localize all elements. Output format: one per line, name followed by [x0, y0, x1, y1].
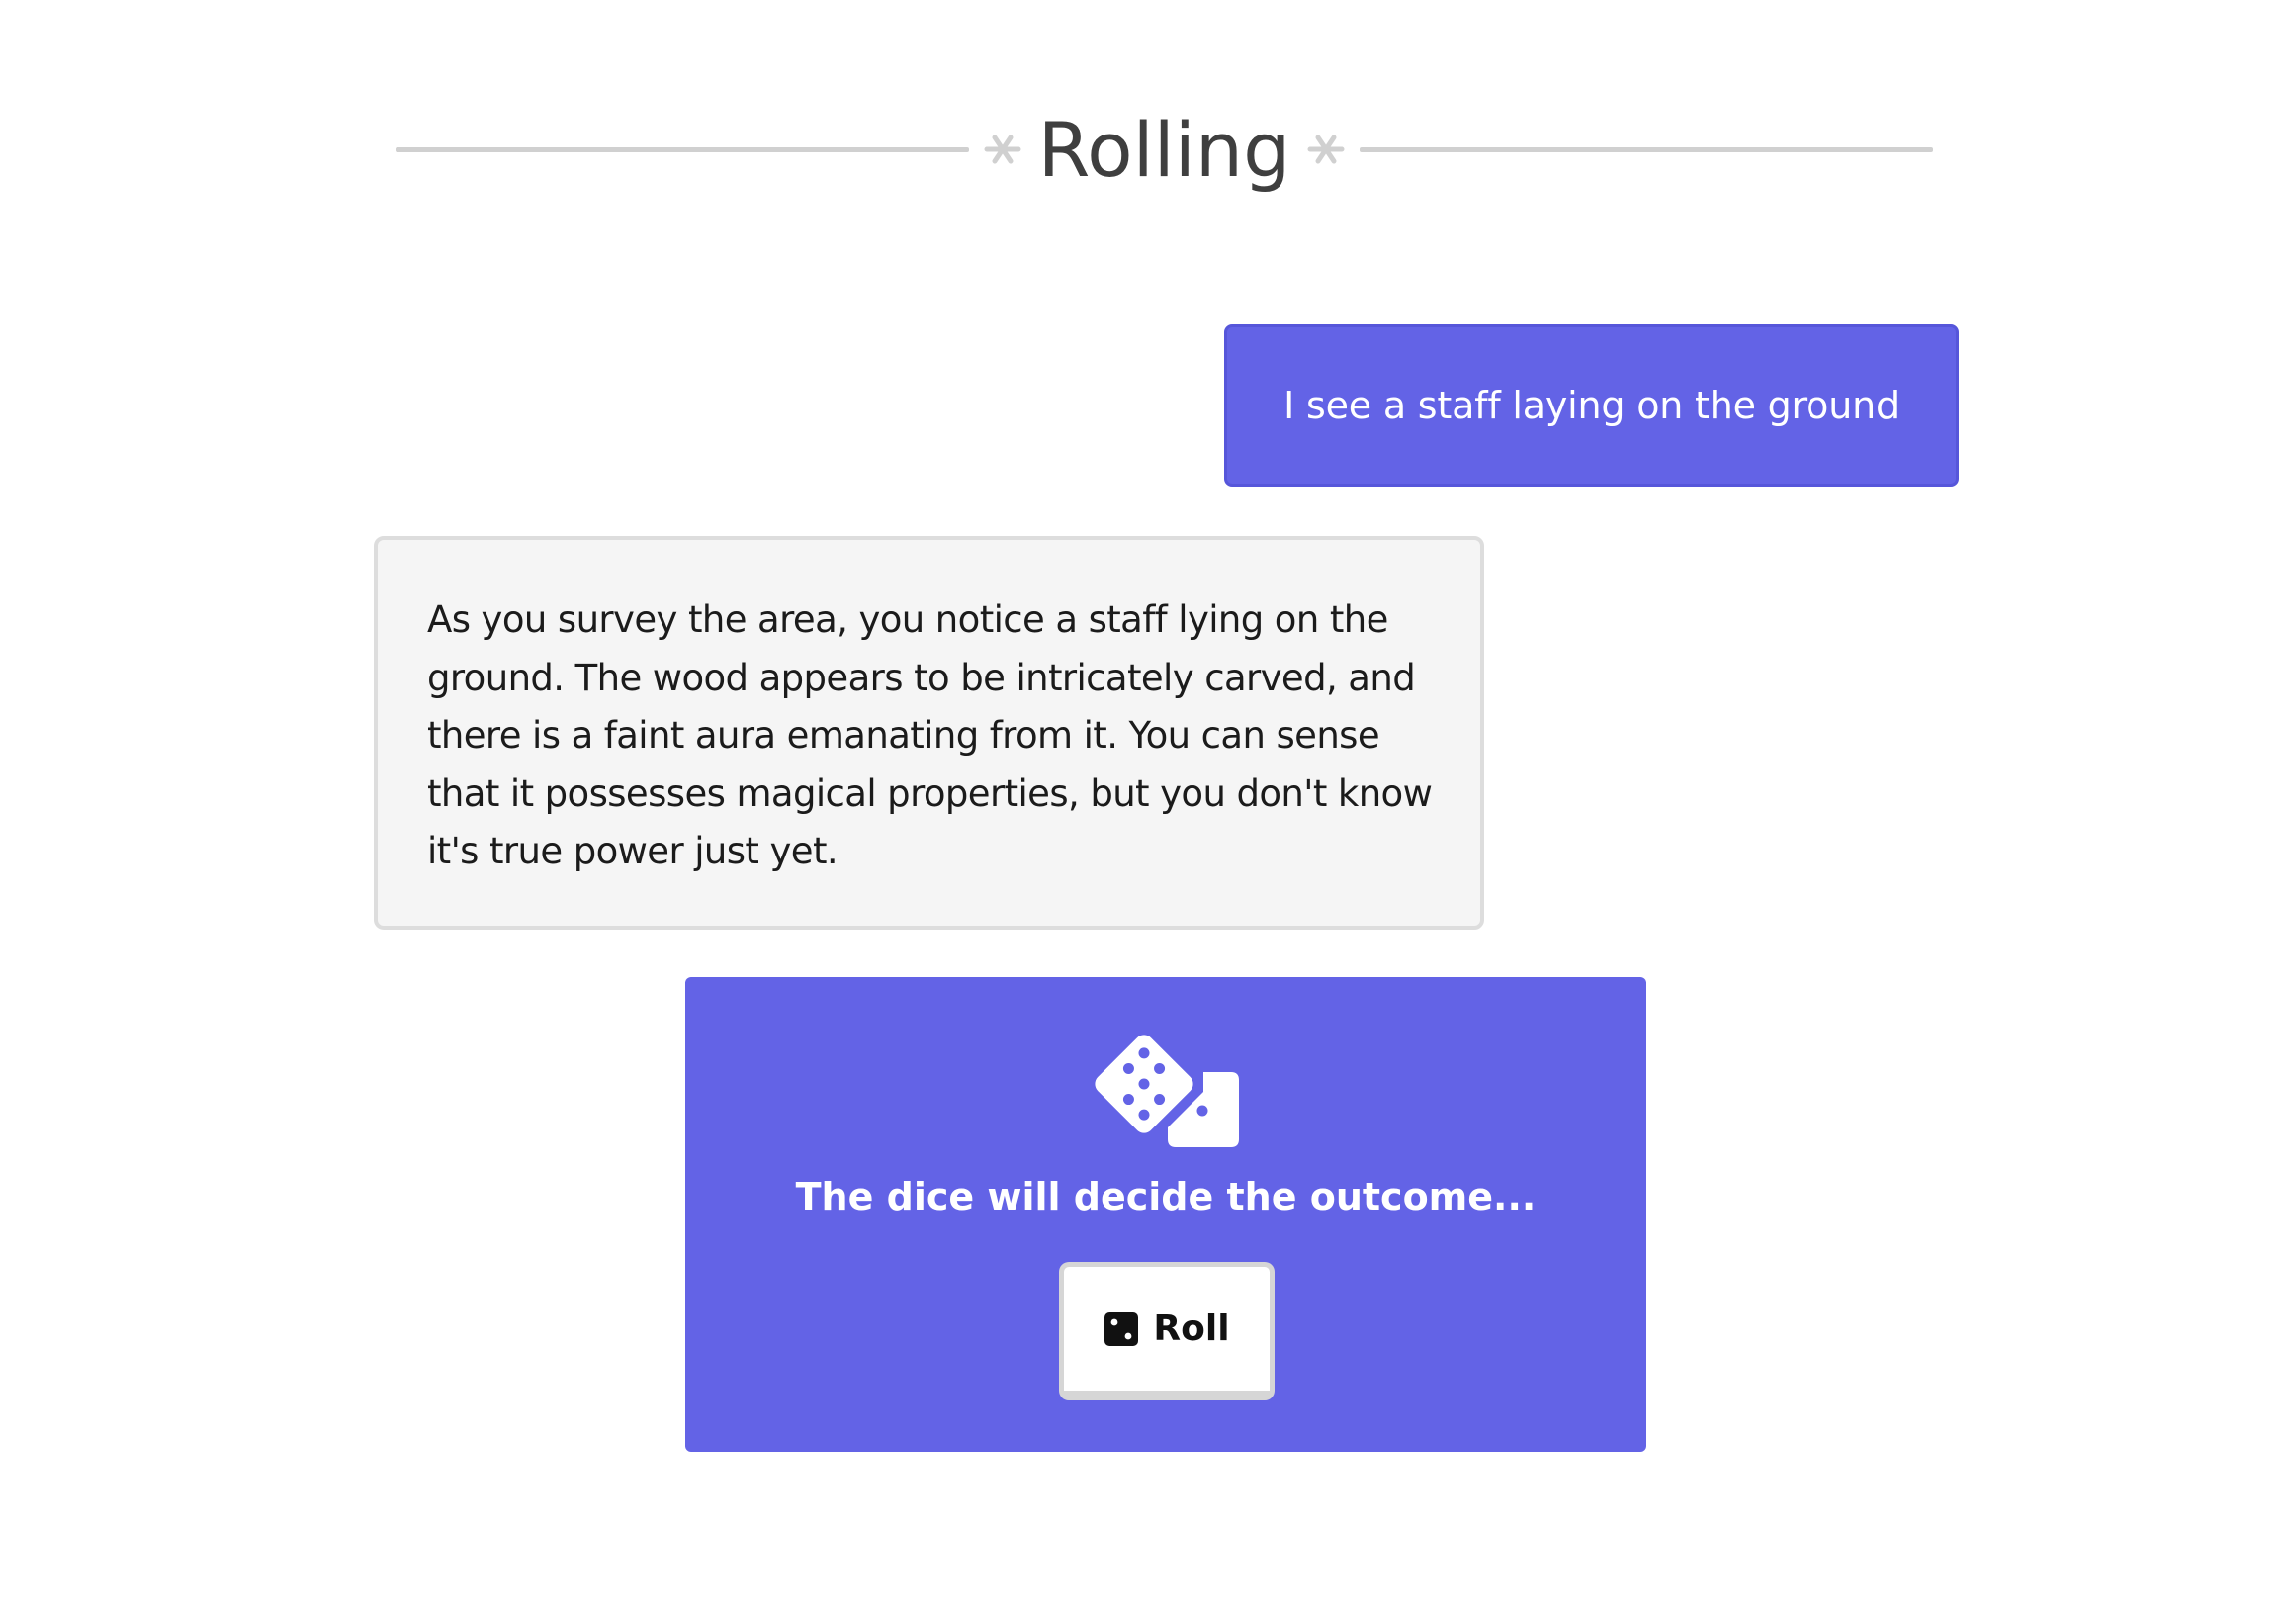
dice-roll-panel: The dice will decide the outcome... Roll	[685, 977, 1646, 1452]
dice-prompt-text: The dice will decide the outcome...	[795, 1175, 1537, 1218]
narrator-message-text: As you survey the area, you notice a sta…	[427, 598, 1433, 872]
section-header: Rolling	[396, 99, 1933, 202]
user-message-bubble: I see a staff laying on the ground	[1224, 324, 1959, 487]
cross-icon	[1307, 135, 1345, 164]
user-message-text: I see a staff laying on the ground	[1283, 384, 1899, 427]
die-icon	[1104, 1311, 1139, 1346]
divider-line-right	[1360, 147, 1933, 152]
narrator-message-bubble: As you survey the area, you notice a sta…	[374, 536, 1484, 930]
roll-button[interactable]: Roll	[1059, 1262, 1275, 1400]
page-title: Rolling	[1037, 106, 1291, 194]
roll-button-label: Roll	[1153, 1308, 1230, 1349]
divider-line-left	[396, 147, 969, 152]
dice-icon	[1095, 1035, 1239, 1147]
